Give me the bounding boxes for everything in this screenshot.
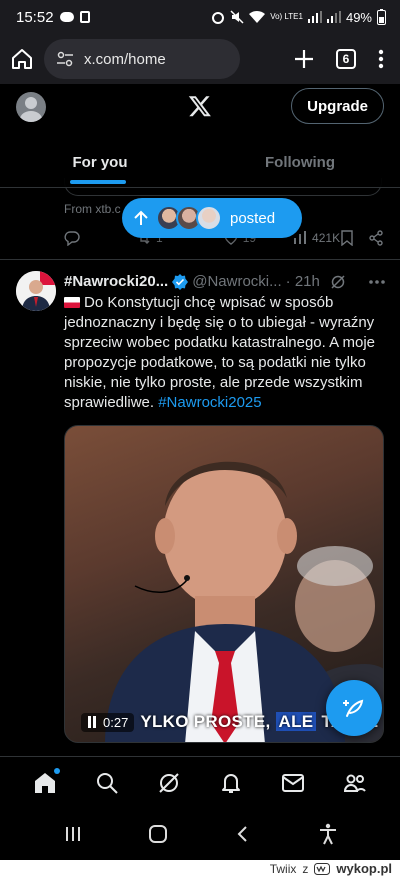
mute-icon [230,10,244,24]
mail-icon [282,773,304,792]
search-icon [97,772,118,794]
new-posts-pill[interactable]: posted [122,198,302,238]
bottom-navigation [0,756,400,808]
status-right: Vo) LTE1 49% [211,9,386,25]
new-posts-avatars [156,205,222,231]
status-left: 15:52 [16,9,90,26]
nav-notifications[interactable] [216,768,246,798]
bookmark-share-actions [340,230,384,246]
views-count: 421K [312,231,341,245]
nav-grok[interactable] [154,768,184,798]
communities-icon [343,774,366,792]
tab-for-you-label: For you [72,153,128,171]
address-bar[interactable]: x.com/home [44,39,240,79]
watermark: Twiix z wykop.pl [0,860,400,877]
pause-button[interactable]: 0:27 [81,712,135,732]
watermark-site: wykop.pl [336,861,392,876]
wifi-icon [249,10,266,23]
video-time: 0:27 [103,714,129,730]
x-header: Upgrade For you Following [0,84,400,188]
nav-messages[interactable] [278,768,308,798]
x-logo-icon[interactable] [188,94,212,118]
volte-label: Vo) LTE1 [270,12,303,21]
tab-for-you[interactable]: For you [0,136,200,188]
views-action[interactable]: 421K [292,230,340,246]
arrow-up-icon [134,210,148,225]
tab-switcher-button[interactable]: 6 [336,49,356,69]
wykop-logo-icon [314,862,331,875]
compose-feather-icon [343,699,364,717]
new-tab-icon[interactable] [294,49,314,69]
mini-avatar [196,205,222,231]
timeline-tabs: For you Following [0,136,400,188]
profile-avatar[interactable] [16,92,46,122]
android-navigation-bar [0,808,400,860]
accessibility-icon[interactable] [318,823,338,845]
watermark-connector: z [302,861,309,876]
battery-level: 49% [345,9,372,25]
post-time[interactable]: · 21h [286,273,320,290]
home-icon[interactable] [10,47,34,71]
watermark-user: Twiix [269,861,297,876]
status-bar: 15:52 Vo) LTE1 49% [0,0,400,34]
nav-search[interactable] [92,768,122,798]
reply-action[interactable] [64,230,80,246]
lock-icon [79,11,90,23]
menu-dots-icon[interactable] [378,49,384,69]
url-text: x.com/home [84,50,166,68]
bell-icon [222,773,240,793]
subtitle-highlight: ALE [275,712,317,731]
notification-icon [59,12,74,22]
author-photo [16,271,56,311]
site-settings-icon[interactable] [56,50,74,68]
nav-home[interactable] [30,767,60,798]
alarm-icon [212,12,225,24]
recent-apps-icon[interactable] [63,824,83,844]
pause-icon [88,716,96,728]
grok-icon[interactable] [330,274,346,290]
reply-icon [64,231,80,246]
author-handle[interactable]: @Nawrocki... [192,273,281,290]
poland-flag-icon [64,297,80,308]
back-icon[interactable] [233,824,253,844]
compose-post-button[interactable] [326,680,382,736]
home-button-icon[interactable] [148,824,168,844]
more-options-icon[interactable] [368,279,386,285]
posted-label: posted [230,209,276,227]
hashtag-link[interactable]: #Nawrocki2025 [158,394,261,411]
signal-icon [307,11,322,23]
post-text: Do Konstytucji chcę wpisać w sposób jedn… [64,293,386,413]
nav-communities[interactable] [340,768,370,798]
bookmark-icon[interactable] [340,230,354,246]
home-filled-icon [35,772,55,793]
from-source-text: From xtb.c [64,202,121,216]
grok-nav-icon [159,772,179,793]
verified-badge-icon [172,273,189,290]
post-author-avatar[interactable] [16,271,56,311]
post-header: #Nawrocki20... @Nawrocki... · 21h [64,273,386,290]
browser-actions: 6 [294,49,390,69]
upgrade-button[interactable]: Upgrade [291,88,384,124]
share-icon[interactable] [368,230,384,246]
tab-following-label: Following [265,153,335,171]
subtitle-part-1: YLKO PROSTE, [140,712,271,731]
tab-following[interactable]: Following [200,136,400,188]
author-name[interactable]: #Nawrocki20... [64,273,168,290]
battery-icon [377,9,386,25]
status-time: 15:52 [16,8,54,26]
new-content-dot [54,767,60,774]
browser-toolbar: x.com/home 6 [0,34,400,84]
signal-2-icon [326,11,341,23]
